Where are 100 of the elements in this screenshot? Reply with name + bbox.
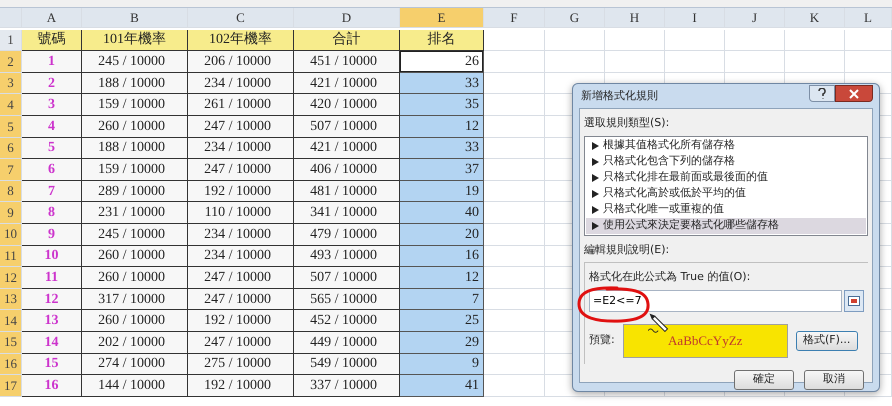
table-cell: 41 <box>400 375 484 397</box>
row-header[interactable]: 14 <box>0 310 22 332</box>
ok-button[interactable]: 確定 <box>734 370 794 390</box>
column-header[interactable]: H <box>605 8 665 28</box>
table-cell: 289 / 10000 <box>82 180 188 202</box>
table-cell: 110 / 10000 <box>188 202 294 224</box>
table-cell: 452 / 10000 <box>294 310 400 332</box>
table-cell: 234 / 10000 <box>188 72 294 94</box>
column-header[interactable]: K <box>785 8 845 28</box>
column-header[interactable]: F <box>484 8 545 28</box>
table-cell: 16 <box>400 246 484 268</box>
column-header[interactable]: D <box>294 8 400 28</box>
cancel-button[interactable]: 取消 <box>804 370 864 390</box>
rule-type-item[interactable]: 使用公式來決定要格式化哪些儲存格 <box>586 218 866 234</box>
table-cell: 247 / 10000 <box>188 288 294 310</box>
table-cell: 493 / 10000 <box>294 246 400 268</box>
table-cell: 337 / 10000 <box>294 375 400 397</box>
table-cell: 247 / 10000 <box>188 267 294 289</box>
column-header[interactable]: B <box>82 8 188 28</box>
table-cell: 33 <box>400 72 484 94</box>
rule-type-item[interactable]: 根據其值格式化所有儲存格 <box>586 138 866 154</box>
table-cell: 261 / 10000 <box>188 94 294 116</box>
column-header[interactable]: L <box>845 8 892 28</box>
row-header[interactable]: 15 <box>0 332 22 354</box>
row-header[interactable]: 7 <box>0 159 22 181</box>
table-cell: 274 / 10000 <box>82 354 188 376</box>
row-header[interactable]: 9 <box>0 202 22 224</box>
column-header[interactable]: A <box>22 8 82 28</box>
table-cell: 421 / 10000 <box>294 138 400 160</box>
table-cell: 9 <box>400 354 484 376</box>
table-cell: 260 / 10000 <box>82 116 188 138</box>
row-header[interactable]: 5 <box>0 116 22 138</box>
column-title: 號碼 <box>22 30 82 52</box>
table-cell: 159 / 10000 <box>82 159 188 181</box>
column-header[interactable]: J <box>725 8 785 28</box>
column-header[interactable]: G <box>545 8 605 28</box>
rule-type-item[interactable]: 只格式化排在最前面或最後面的值 <box>586 170 866 186</box>
column-title: 排名 <box>400 30 484 52</box>
row-header[interactable]: 8 <box>0 180 22 202</box>
table-cell: 507 / 10000 <box>294 116 400 138</box>
row-header[interactable]: 1 <box>0 30 22 52</box>
column-header[interactable]: C <box>188 8 294 28</box>
table-cell: 6 <box>22 159 82 181</box>
row-header[interactable]: 16 <box>0 354 22 376</box>
table-cell: 25 <box>400 310 484 332</box>
table-cell: 9 <box>22 224 82 246</box>
row-header[interactable]: 10 <box>0 224 22 246</box>
column-header[interactable]: I <box>665 8 725 28</box>
row-header[interactable]: 4 <box>0 94 22 116</box>
table-cell: 11 <box>22 267 82 289</box>
table-cell: 40 <box>400 202 484 224</box>
table-cell: 549 / 10000 <box>294 354 400 376</box>
table-cell: 14 <box>22 332 82 354</box>
table-cell: 317 / 10000 <box>82 288 188 310</box>
table-cell: 12 <box>400 267 484 289</box>
table-cell: 206 / 10000 <box>188 51 294 73</box>
table-cell: 245 / 10000 <box>82 224 188 246</box>
row-header[interactable]: 11 <box>0 246 22 268</box>
table-cell: 245 / 10000 <box>82 51 188 73</box>
table-cell: 188 / 10000 <box>82 138 188 160</box>
table-cell: 19 <box>400 180 484 202</box>
formula-input-field[interactable]: =E2<=7 <box>589 290 842 312</box>
table-cell: 16 <box>22 375 82 397</box>
table-cell: 231 / 10000 <box>82 202 188 224</box>
row-header[interactable]: 12 <box>0 267 22 289</box>
table-cell: 37 <box>400 159 484 181</box>
table-cell: 421 / 10000 <box>294 72 400 94</box>
table-cell: 260 / 10000 <box>82 267 188 289</box>
rule-type-item[interactable]: 只格式化高於或低於平均的值 <box>586 186 866 202</box>
column-title: 102年機率 <box>188 30 294 52</box>
table-cell: 7 <box>22 180 82 202</box>
section-label: 編輯規則說明(E): <box>584 242 670 258</box>
table-cell: 449 / 10000 <box>294 332 400 354</box>
row-header[interactable]: 6 <box>0 138 22 160</box>
table-cell: 35 <box>400 94 484 116</box>
rule-type-item[interactable]: 只格式化唯一或重複的值 <box>586 202 866 218</box>
table-cell: 8 <box>22 202 82 224</box>
row-header[interactable]: 2 <box>0 51 22 73</box>
row-header[interactable]: 17 <box>0 375 22 397</box>
table-cell: 192 / 10000 <box>188 310 294 332</box>
table-cell: 1 <box>22 51 82 73</box>
column-title: 101年機率 <box>82 30 188 52</box>
table-cell: 202 / 10000 <box>82 332 188 354</box>
table-cell: 4 <box>22 116 82 138</box>
rule-type-item[interactable]: 只格式化包含下列的儲存格 <box>586 154 866 170</box>
table-cell: 247 / 10000 <box>188 159 294 181</box>
table-cell: 451 / 10000 <box>294 51 400 73</box>
table-cell: 565 / 10000 <box>294 288 400 310</box>
table-cell: 247 / 10000 <box>188 332 294 354</box>
table-cell: 247 / 10000 <box>188 116 294 138</box>
format-button[interactable]: 格式(F)... <box>796 330 858 350</box>
table-cell: 10 <box>22 246 82 268</box>
row-header[interactable]: 3 <box>0 72 22 94</box>
dialog-title: 新增格式化規則 <box>580 88 658 104</box>
row-header[interactable]: 13 <box>0 288 22 310</box>
table-cell: 420 / 10000 <box>294 94 400 116</box>
table-cell: 3 <box>22 94 82 116</box>
table-cell: 192 / 10000 <box>188 180 294 202</box>
table-cell: 275 / 10000 <box>188 354 294 376</box>
column-header[interactable]: E <box>400 8 484 28</box>
